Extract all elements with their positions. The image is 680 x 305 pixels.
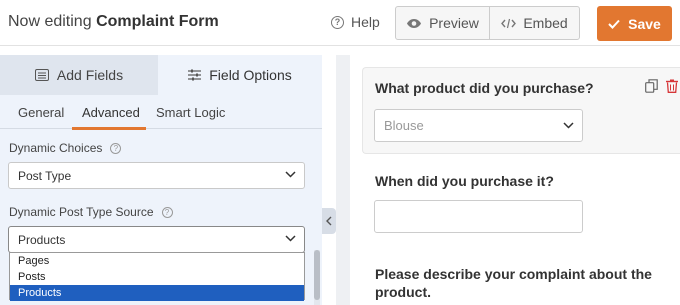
tab-field-options[interactable]: Field Options [158, 55, 322, 95]
dropdown-option-products[interactable]: Products [10, 285, 304, 301]
check-icon [608, 19, 620, 29]
dynamic-source-select[interactable]: Products [8, 226, 305, 253]
subtab-general[interactable]: General [18, 105, 64, 120]
dynamic-choices-value: Post Type [18, 168, 72, 183]
help-label: Help [351, 14, 380, 30]
trash-icon[interactable] [666, 79, 678, 93]
subtab-smart-logic[interactable]: Smart Logic [156, 105, 225, 120]
dynamic-source-label: Dynamic Post Type Source ? [9, 205, 173, 219]
chevron-down-icon [285, 171, 296, 178]
product-select-value: Blouse [384, 118, 424, 133]
help-icon: ? [331, 15, 344, 29]
dynamic-choices-label: Dynamic Choices ? [9, 141, 122, 155]
dropdown-option-posts[interactable]: Posts [10, 269, 304, 285]
subtab-advanced[interactable]: Advanced [82, 105, 140, 120]
list-icon [34, 69, 49, 81]
dynamic-source-dropdown: Pages Posts Products [9, 252, 305, 301]
help-icon[interactable]: ? [110, 142, 122, 154]
tab-field-options-label: Field Options [209, 67, 292, 83]
preview-label: Preview [429, 15, 479, 31]
save-label: Save [628, 15, 661, 32]
dropdown-option-pages[interactable]: Pages [10, 253, 304, 269]
form-name: Complaint Form [96, 13, 219, 30]
save-button[interactable]: Save [597, 6, 672, 41]
tab-add-fields[interactable]: Add Fields [0, 55, 158, 95]
duplicate-icon[interactable] [645, 79, 658, 93]
field-label: Please describe your complaint about the… [375, 266, 652, 300]
subtabs: General Advanced Smart Logic [0, 95, 322, 130]
preview-button[interactable]: Preview [396, 7, 490, 39]
sliders-icon [188, 69, 202, 81]
title-prefix: Now editing [8, 13, 92, 30]
tab-add-fields-label: Add Fields [56, 67, 124, 83]
active-subtab-indicator [72, 127, 146, 130]
panel-scrollbar-thumb[interactable] [314, 250, 320, 300]
page-title: Now editing Complaint Form [8, 13, 219, 31]
preview-embed-group: Preview Embed [395, 6, 580, 40]
product-select[interactable]: Blouse [374, 109, 583, 142]
top-bar: Now editing Complaint Form ? Help Previe… [0, 0, 680, 46]
eye-icon [407, 18, 422, 28]
code-icon [501, 18, 517, 28]
help-icon[interactable]: ? [161, 206, 173, 218]
field-label: When did you purchase it? [375, 173, 554, 189]
panel-tabs: Add Fields Field Options [0, 55, 322, 95]
collapse-panel-button[interactable] [322, 208, 336, 234]
dynamic-choices-select[interactable]: Post Type [8, 162, 305, 189]
field-label: What product did you purchase? [375, 80, 594, 96]
chevron-down-icon [563, 122, 574, 129]
embed-button[interactable]: Embed [490, 7, 579, 39]
chevron-left-icon [326, 216, 332, 226]
dynamic-source-value: Products [18, 232, 66, 247]
divider-strip [336, 55, 350, 305]
chevron-down-icon [285, 235, 296, 242]
help-button[interactable]: ? Help [331, 14, 380, 30]
embed-label: Embed [523, 15, 568, 31]
purchase-date-input[interactable] [374, 200, 583, 233]
